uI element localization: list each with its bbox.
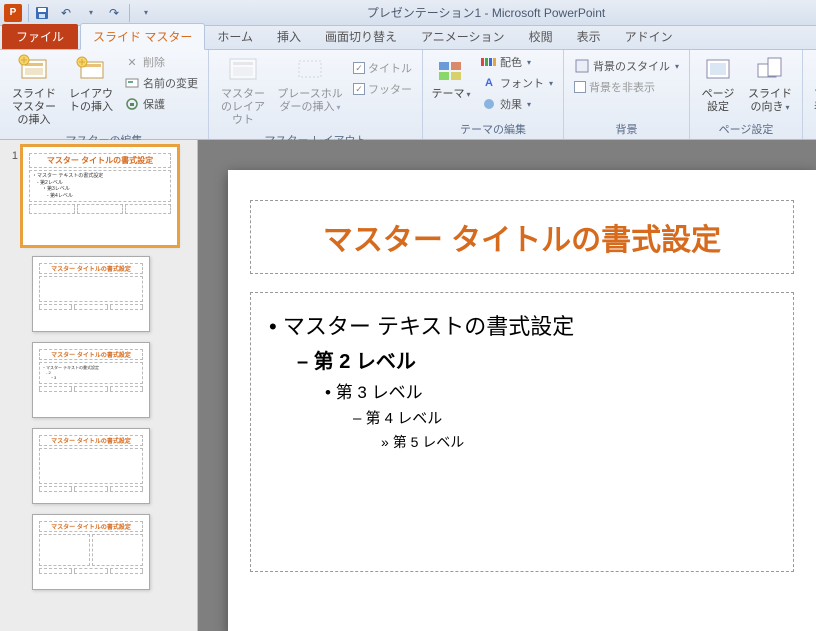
ribbon: スライド マスターの挿入 レイアウトの挿入 ✕削除 名前の変更 保護 マスターの… bbox=[0, 50, 816, 140]
app-icon: P bbox=[4, 4, 22, 22]
outline-level-3: 第 3 レベル bbox=[325, 378, 775, 403]
group-master-layout: マスターのレイアウト プレースホルダーの挿入 ✓タイトル ✓フッター マスター … bbox=[209, 50, 423, 139]
insert-placeholder-button: プレースホルダーの挿入 bbox=[275, 52, 345, 116]
footer-checkbox: ✓フッター bbox=[349, 79, 416, 99]
outline-level-4: 第 4 レベル bbox=[353, 407, 775, 428]
tab-view[interactable]: 表示 bbox=[565, 24, 613, 49]
window-title: プレゼンテーション1 - Microsoft PowerPoint bbox=[156, 4, 816, 21]
master-thumbnail[interactable]: マスター タイトルの書式設定 ・マスター テキストの書式設定 - 第2レベル ・… bbox=[22, 146, 178, 246]
page-setup-button[interactable]: ページ設定 bbox=[696, 52, 740, 116]
outline-level-2: 第 2 レベル bbox=[297, 345, 775, 374]
group-background: 背景のスタイル 背景を非表示 背景 bbox=[564, 50, 690, 139]
group-page-setup: ページ設定 スライドの向き ページ設定 bbox=[690, 50, 803, 139]
doc-name: プレゼンテーション1 bbox=[367, 6, 481, 20]
fonts-button[interactable]: Aフォント bbox=[477, 73, 557, 93]
tab-transitions[interactable]: 画面切り替え bbox=[313, 24, 409, 49]
tab-review[interactable]: 校閲 bbox=[517, 24, 565, 49]
effects-icon bbox=[481, 96, 497, 112]
page-setup-icon bbox=[702, 54, 734, 86]
group-edit-theme: テーマ 配色 Aフォント 効果 テーマの編集 bbox=[423, 50, 564, 139]
master-layout-button: マスターのレイアウト bbox=[215, 52, 271, 130]
title-placeholder[interactable]: マスター タイトルの書式設定 bbox=[250, 200, 794, 274]
outline-level-1: マスター テキストの書式設定 bbox=[269, 309, 775, 341]
layout-thumbnail-row: マスター タイトルの書式設定 ・マスター テキストの書式設定 - 2 ・3 bbox=[4, 342, 193, 418]
title-checkbox: ✓タイトル bbox=[349, 58, 416, 78]
undo-button[interactable]: ↶ bbox=[55, 2, 77, 24]
layout-icon bbox=[75, 54, 107, 86]
checkbox-icon bbox=[574, 81, 586, 93]
effects-button[interactable]: 効果 bbox=[477, 94, 557, 114]
group-close: マスター表を閉じ 閉じる bbox=[803, 50, 816, 139]
themes-icon bbox=[435, 54, 467, 86]
tab-slide-master[interactable]: スライド マスター bbox=[80, 23, 205, 50]
fonts-icon: A bbox=[481, 75, 497, 91]
layout-thumbnail-row: マスター タイトルの書式設定 bbox=[4, 514, 193, 590]
workspace: 1 マスター タイトルの書式設定 ・マスター テキストの書式設定 - 第2レベル… bbox=[0, 140, 816, 631]
background-styles-button[interactable]: 背景のスタイル bbox=[570, 56, 683, 76]
thumbnail-pane[interactable]: 1 マスター タイトルの書式設定 ・マスター テキストの書式設定 - 第2レベル… bbox=[0, 140, 198, 631]
layout-thumbnail-row: マスター タイトルの書式設定 bbox=[4, 256, 193, 332]
layout-thumbnail[interactable]: マスター タイトルの書式設定 bbox=[32, 514, 150, 590]
layout-thumbnail-row: マスター タイトルの書式設定 bbox=[4, 428, 193, 504]
body-placeholder[interactable]: マスター テキストの書式設定 第 2 レベル 第 3 レベル 第 4 レベル 第… bbox=[250, 292, 794, 572]
delete-icon: ✕ bbox=[124, 54, 140, 70]
close-master-view-button[interactable]: マスター表を閉じ bbox=[809, 52, 816, 116]
colors-button[interactable]: 配色 bbox=[477, 52, 557, 72]
checkbox-icon: ✓ bbox=[353, 62, 365, 74]
slide-master-icon bbox=[18, 54, 50, 86]
tab-insert[interactable]: 挿入 bbox=[265, 24, 313, 49]
layout-thumbnail[interactable]: マスター タイトルの書式設定 bbox=[32, 256, 150, 332]
rename-button[interactable]: 名前の変更 bbox=[120, 73, 202, 93]
preserve-icon bbox=[124, 96, 140, 112]
qat-customize[interactable] bbox=[134, 2, 156, 24]
delete-button: ✕削除 bbox=[120, 52, 202, 72]
redo-button[interactable]: ↷ bbox=[103, 2, 125, 24]
tab-home[interactable]: ホーム bbox=[205, 24, 265, 49]
tab-addins[interactable]: アドイン bbox=[613, 24, 685, 49]
insert-slide-master-button[interactable]: スライド マスターの挿入 bbox=[6, 52, 62, 130]
slide-master-canvas[interactable]: マスター タイトルの書式設定 マスター テキストの書式設定 第 2 レベル 第 … bbox=[228, 170, 816, 631]
layout-thumbnail[interactable]: マスター タイトルの書式設定 ・マスター テキストの書式設定 - 2 ・3 bbox=[32, 342, 150, 418]
insert-layout-button[interactable]: レイアウトの挿入 bbox=[66, 52, 116, 116]
rename-icon bbox=[124, 75, 140, 91]
master-thumbnail-row: 1 マスター タイトルの書式設定 ・マスター テキストの書式設定 - 第2レベル… bbox=[4, 146, 193, 246]
thumbnail-number: 1 bbox=[4, 146, 18, 162]
placeholder-icon bbox=[294, 54, 326, 86]
slide-editor-area[interactable]: マスター タイトルの書式設定 マスター テキストの書式設定 第 2 レベル 第 … bbox=[198, 140, 816, 631]
undo-dropdown[interactable] bbox=[79, 2, 101, 24]
master-layout-icon bbox=[227, 54, 259, 86]
tab-animations[interactable]: アニメーション bbox=[409, 24, 517, 49]
checkbox-icon: ✓ bbox=[353, 83, 365, 95]
bg-styles-icon bbox=[574, 58, 590, 74]
app-name: Microsoft PowerPoint bbox=[492, 6, 605, 20]
ribbon-tabs: ファイル スライド マスター ホーム 挿入 画面切り替え アニメーション 校閲 … bbox=[0, 26, 816, 50]
quick-access-toolbar: ↶ ↷ bbox=[31, 2, 156, 24]
outline-level-5: 第 5 レベル bbox=[381, 432, 775, 452]
layout-thumbnail[interactable]: マスター タイトルの書式設定 bbox=[32, 428, 150, 504]
save-button[interactable] bbox=[31, 2, 53, 24]
colors-icon bbox=[481, 54, 497, 70]
themes-button[interactable]: テーマ bbox=[429, 52, 473, 103]
hide-background-checkbox: 背景を非表示 bbox=[570, 77, 683, 97]
orientation-icon bbox=[754, 54, 786, 86]
tab-file[interactable]: ファイル bbox=[2, 24, 78, 49]
preserve-button[interactable]: 保護 bbox=[120, 94, 202, 114]
slide-orientation-button[interactable]: スライドの向き bbox=[744, 52, 796, 116]
group-edit-master: スライド マスターの挿入 レイアウトの挿入 ✕削除 名前の変更 保護 マスターの… bbox=[0, 50, 209, 139]
